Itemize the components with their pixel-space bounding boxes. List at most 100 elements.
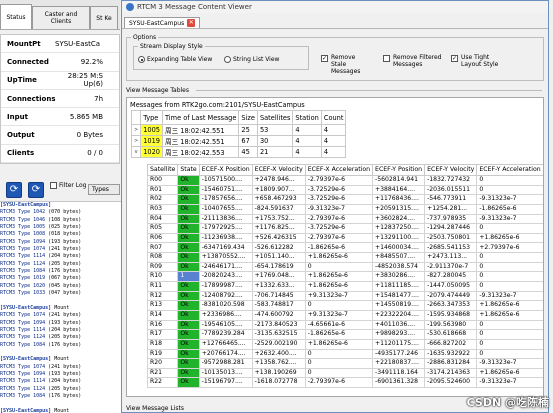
- header-satellites[interactable]: Satellites: [256, 110, 294, 125]
- sat-value-cell: -546.773911: [424, 194, 478, 205]
- log-message-size: (205 bytes): [48, 334, 82, 341]
- sat-column-header[interactable]: ECEF-Y Acceleration: [476, 164, 543, 176]
- header-type[interactable]: Type: [140, 110, 163, 125]
- satellite-row[interactable]: R21 Ok -10135013.... +138.190269 0 -3491118.1…: [146, 367, 543, 379]
- satellite-row[interactable]: R00 Ok -10571500.... +2478.946... -2.79397e-…: [146, 175, 543, 186]
- log-line: RTCM3 Type 1008 (018 bytes): [0, 231, 122, 238]
- sat-value-cell: +12757329...: [542, 223, 543, 234]
- sat-value-cell: +1176.825...: [251, 223, 306, 234]
- log-message-type: RTCM3 Type 1046: [0, 216, 46, 223]
- sat-column-header[interactable]: Satellite: [146, 164, 179, 176]
- satellite-row[interactable]: R06 Ok -11236938.... +526.426315 -2.79397e-6…: [146, 232, 543, 244]
- expand-caret-icon[interactable]: >: [130, 124, 142, 136]
- header-time[interactable]: Time of Last Message: [161, 110, 240, 125]
- filter-log-checkbox[interactable]: Filter Log: [50, 182, 86, 189]
- status-badge: Ok: [177, 252, 200, 263]
- satellite-row[interactable]: R22 Ok -15196797.... -1618.072778 -2.79397e-…: [146, 377, 543, 389]
- tab-st-ke[interactable]: St Ke: [90, 6, 118, 29]
- satellite-row[interactable]: R13 Ok -8381020.598 -583.748817 0 +14550819..…: [146, 300, 543, 311]
- tab-caster-clients[interactable]: Caster and Clients: [32, 6, 90, 29]
- satellite-row[interactable]: R20 Ok -9572988.281 +1358.762.... 0 +22180837…: [146, 358, 543, 369]
- sat-value-cell: -654.178619: [251, 261, 306, 273]
- message-row[interactable]: >1005 周三 18:02:42.551 25 53 4 4: [130, 124, 347, 136]
- sat-value-cell: -2.79397e-6: [304, 377, 374, 389]
- checkbox-icon: [383, 55, 390, 62]
- rtcm-viewer-window: RTCM 3 Message Content Viewer SYSU-EastC…: [121, 0, 549, 413]
- satellite-row[interactable]: R19 Ok +20766174.... +2632.400.... 0 -4935177…: [146, 348, 543, 360]
- header-size[interactable]: Size: [238, 110, 258, 125]
- close-icon[interactable]: ✕: [187, 19, 196, 27]
- stat-label: Input: [7, 112, 28, 121]
- log-line: RTCM3 Type 1084 (176 bytes): [0, 393, 122, 400]
- satellite-row[interactable]: R09 Ok -24646171.... -654.178619 0 -4852038.5…: [146, 261, 543, 273]
- satellite-row[interactable]: R16 Ok -19546105.... -2173.840523 -4.65661e-…: [146, 319, 543, 331]
- sat-column-header[interactable]: ECEF-X Acceleration: [304, 164, 374, 176]
- view-message-lists-label: View Message Lists: [126, 405, 184, 412]
- sat-column-header[interactable]: ECEF-Z Position: [542, 164, 543, 176]
- sat-value-cell: -7789239.284: [198, 329, 253, 340]
- log-line: RTCM3 Type 1114 (204 bytes): [0, 378, 122, 385]
- options-label: Options: [131, 34, 159, 41]
- satellite-row[interactable]: R12 Ok -12408792.... -706.714845 +9.31323e-7…: [146, 290, 543, 302]
- satellite-row[interactable]: R14 Ok +2336986.... -474.600792 +9.31323e-7 +…: [146, 309, 543, 321]
- expand-caret-icon[interactable]: v: [130, 146, 142, 158]
- sat-value-cell: 0: [304, 348, 374, 360]
- message-log[interactable]: [SYSU-EastCampus] RTCM3 Type 1042 (070 by…: [0, 201, 122, 413]
- sat-column-header[interactable]: ECEF-Y Velocity: [424, 164, 478, 176]
- reconnect-icon[interactable]: ⟳: [28, 182, 44, 198]
- sat-value-cell: -9572988.281: [198, 358, 253, 369]
- satellite-row[interactable]: R08 Ok +13870552.... +1051.140... +1.86265e-…: [146, 252, 543, 263]
- sat-value-cell: -17972925....: [198, 223, 253, 234]
- window-title: RTCM 3 Message Content Viewer: [137, 3, 252, 11]
- satellite-row[interactable]: R04 Ok -21113836.... +1753.752... -2.79397e-…: [146, 213, 543, 225]
- satellite-row[interactable]: R02 Ok -17857656.... +658.467293 -3.72529e-6…: [146, 194, 543, 205]
- app-icon: [126, 3, 134, 11]
- radio-string-list[interactable]: String List View: [224, 56, 279, 63]
- satellite-row[interactable]: R07 Ok -6347169.434 -526.612282 -1.86265e-6 +…: [146, 242, 543, 254]
- sat-value-cell: +3830286....: [372, 271, 426, 283]
- tab-status[interactable]: Status: [0, 4, 32, 29]
- stat-label: Connections: [7, 94, 56, 103]
- sat-column-header[interactable]: ECEF-Y Position: [372, 164, 426, 176]
- sat-value-cell: 0: [476, 223, 543, 234]
- satellite-row[interactable]: R10 1 -20820243.... +1769.048... +1.86265e-6…: [146, 271, 543, 283]
- sat-value-cell: +22533608...: [542, 175, 543, 186]
- tab-label: SYSU-EastCampus: [129, 19, 185, 27]
- remove-stale-checkbox[interactable]: ✓ Remove Stale Messages: [321, 54, 371, 75]
- satellite-row[interactable]: R01 Ok -15460751.... +1809.907... -3.72529e-…: [146, 184, 543, 196]
- sat-value-cell: -3174.214363: [424, 367, 478, 379]
- satellite-row[interactable]: R03 Ok -10407655.... -824.591637 -9.31323e-7…: [146, 203, 543, 215]
- sat-column-header[interactable]: ECEF-X Velocity: [251, 164, 306, 176]
- satellite-row[interactable]: R11 Ok -17899987.... +1332.633... +1.86265e-…: [146, 281, 543, 292]
- sat-value-cell: +6198017...: [542, 194, 543, 205]
- expand-caret-icon[interactable]: >: [130, 135, 142, 147]
- sat-value-cell: +2.79397e-6: [476, 242, 543, 254]
- watermark: CSDN @吃陈楠: [466, 396, 549, 409]
- satellite-row[interactable]: R05 Ok -17972925.... +1176.825... -3.72529e-…: [146, 223, 543, 234]
- tight-layout-checkbox[interactable]: ✓ Use Tight Layout Style: [451, 54, 501, 68]
- window-titlebar[interactable]: RTCM 3 Message Content Viewer: [122, 1, 548, 13]
- refresh-icon[interactable]: ⟳: [6, 182, 22, 198]
- stat-label: MountPt: [7, 39, 41, 48]
- log-line: RTCM3 Type 1114 (204 bytes): [0, 253, 122, 260]
- tab-sysu-eastcampus[interactable]: SYSU-EastCampus ✕: [124, 17, 201, 28]
- radio-expanding-table[interactable]: Expanding Table View: [138, 56, 212, 63]
- header-station[interactable]: Station: [292, 110, 322, 125]
- remove-filtered-checkbox[interactable]: Remove Filtered Messages: [383, 54, 445, 68]
- sat-column-header[interactable]: State: [177, 164, 200, 176]
- header-count[interactable]: Count: [320, 110, 347, 125]
- types-column-header[interactable]: Types: [88, 184, 120, 195]
- satellite-id: R10: [146, 271, 179, 283]
- log-message-type: RTCM3 Type 1124: [0, 385, 46, 392]
- message-cell-size: 45: [238, 146, 258, 158]
- message-cell-count: 4: [320, 135, 347, 147]
- sat-column-header[interactable]: ECEF-X Position: [198, 164, 253, 176]
- sat-value-cell: -2079.474449: [424, 290, 478, 302]
- message-row[interactable]: >1019 周三 18:02:42.551 67 30 4 4: [130, 135, 347, 147]
- stat-label: Output: [7, 131, 35, 140]
- message-table-panel[interactable]: Messages from RTK2go.com:2101/SYSU-EastC…: [126, 97, 544, 397]
- satellite-row[interactable]: R17 Ok -7789239.284 -3135.632515 -1.86265e-6…: [146, 329, 543, 340]
- message-row[interactable]: v 1020 周三 18:02:42.553 45 21 4 4: [130, 146, 347, 158]
- satellite-row[interactable]: R18 Ok +12766465.... -2529.002190 +1.86265e-…: [146, 338, 543, 350]
